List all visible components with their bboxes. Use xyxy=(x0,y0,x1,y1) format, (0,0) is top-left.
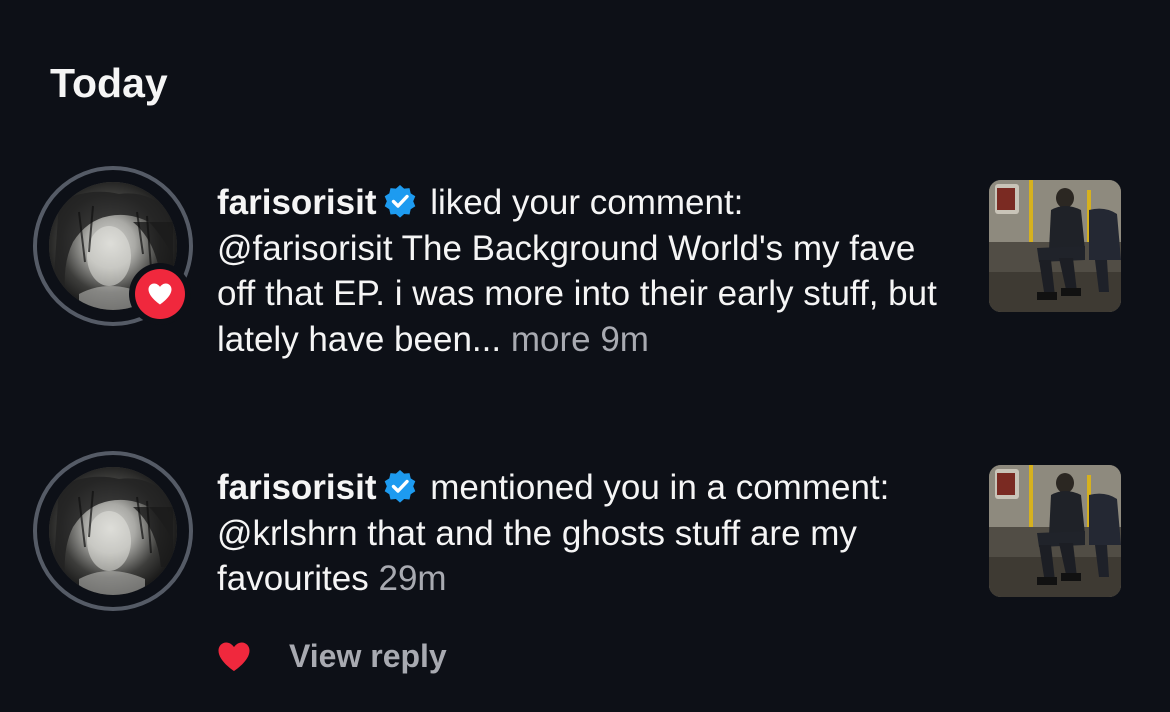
verified-badge-icon xyxy=(382,468,418,504)
notification-text[interactable]: farisorisit mentioned you in a comment: … xyxy=(217,465,957,602)
notification-text[interactable]: farisorisit liked your comment: @farisor… xyxy=(217,180,957,362)
view-reply-button[interactable]: View reply xyxy=(289,636,447,676)
verified-badge-icon xyxy=(382,183,418,219)
avatar-image xyxy=(49,467,177,595)
timestamp: 9m xyxy=(600,319,649,359)
avatar[interactable] xyxy=(33,166,193,326)
timestamp: 29m xyxy=(378,559,447,598)
heart-icon xyxy=(148,283,172,305)
section-title: Today xyxy=(50,60,168,106)
like-heart-icon[interactable] xyxy=(217,641,251,672)
notification-action: liked your comment: xyxy=(430,183,744,222)
post-thumbnail[interactable] xyxy=(989,180,1121,312)
comment-text: @krlshrn that and the ghosts stuff are m… xyxy=(217,513,857,599)
notification-action: mentioned you in a comment: xyxy=(430,468,890,507)
username[interactable]: farisorisit xyxy=(217,468,377,507)
reply-row: View reply xyxy=(0,630,1170,680)
like-badge xyxy=(129,263,191,325)
username[interactable]: farisorisit xyxy=(217,183,377,222)
avatar[interactable] xyxy=(33,451,193,611)
post-thumbnail[interactable] xyxy=(989,465,1121,597)
more-link[interactable]: more xyxy=(511,320,591,359)
